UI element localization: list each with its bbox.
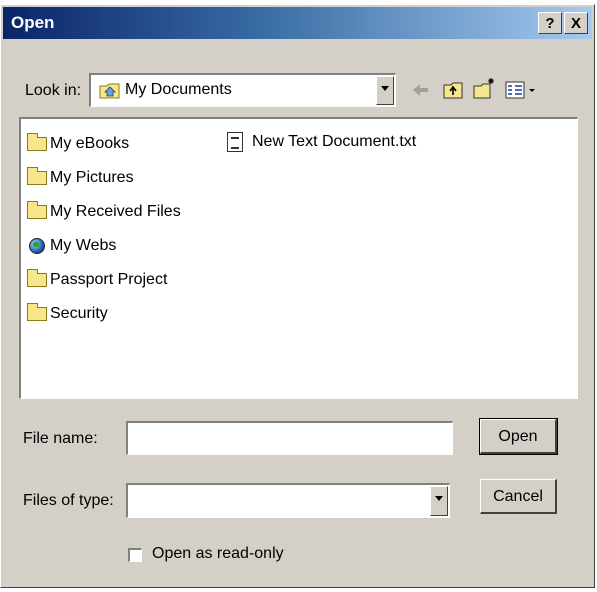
read-only-label[interactable]: Open as read-only bbox=[152, 545, 284, 563]
my-documents-icon bbox=[99, 80, 121, 100]
folder-icon bbox=[27, 167, 47, 185]
list-item[interactable]: My Webs bbox=[27, 233, 116, 259]
cancel-button[interactable]: Cancel bbox=[480, 479, 557, 514]
files-of-type-select[interactable] bbox=[126, 483, 450, 518]
title-bar[interactable]: Open ? X bbox=[3, 7, 592, 39]
window-title: Open bbox=[11, 13, 55, 32]
list-item[interactable]: My Pictures bbox=[27, 165, 134, 191]
folder-icon bbox=[27, 133, 47, 151]
list-item[interactable]: Passport Project bbox=[27, 267, 167, 293]
new-folder-icon[interactable] bbox=[472, 77, 494, 99]
look-in-value: My Documents bbox=[125, 81, 232, 98]
list-item[interactable]: New Text Document.txt bbox=[227, 129, 416, 155]
list-item[interactable]: My eBooks bbox=[27, 131, 129, 157]
close-button[interactable]: X bbox=[564, 12, 588, 34]
folder-icon bbox=[27, 269, 47, 287]
list-item[interactable]: Security bbox=[27, 301, 108, 327]
chevron-down-icon[interactable] bbox=[430, 486, 448, 516]
look-in-combo[interactable]: My Documents bbox=[89, 73, 396, 107]
look-in-label: Look in: bbox=[25, 82, 82, 99]
text-document-icon bbox=[227, 132, 243, 152]
open-dialog: Open ? X Look in: My Documents My eBooks… bbox=[0, 4, 595, 588]
file-list[interactable]: My eBooks My Pictures My Received Files … bbox=[19, 117, 578, 399]
read-only-checkbox[interactable] bbox=[128, 548, 142, 562]
open-button[interactable]: Open bbox=[479, 418, 558, 455]
chevron-down-icon[interactable] bbox=[376, 76, 394, 105]
help-button[interactable]: ? bbox=[538, 12, 562, 34]
folder-icon bbox=[27, 303, 47, 321]
web-folder-icon bbox=[27, 238, 47, 254]
file-name-input[interactable] bbox=[126, 421, 453, 455]
back-arrow-icon[interactable] bbox=[409, 79, 431, 101]
files-of-type-label: Files of type: bbox=[23, 492, 114, 509]
view-menu-icon[interactable] bbox=[504, 79, 538, 101]
file-name-label: File name: bbox=[23, 430, 98, 447]
up-folder-icon[interactable] bbox=[442, 79, 464, 101]
list-item[interactable]: My Received Files bbox=[27, 199, 181, 225]
folder-icon bbox=[27, 201, 47, 219]
